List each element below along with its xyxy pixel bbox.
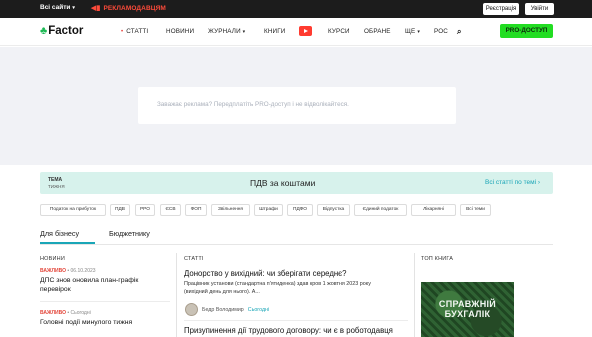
chip-single-tax[interactable]: Єдиний податок bbox=[354, 204, 407, 216]
chevron-down-icon: ▾ bbox=[417, 29, 420, 35]
pro-access-button[interactable]: PRO-ДОСТУП bbox=[500, 24, 553, 38]
search-icon[interactable]: ⌕ bbox=[457, 27, 461, 37]
factor-logo[interactable]: ♣Factor bbox=[40, 25, 83, 37]
article-lead-line: (вихідний день для нього). А... bbox=[184, 288, 260, 295]
chip-sick-leave[interactable]: Лікарняні bbox=[411, 204, 456, 216]
nav-item-magazines[interactable]: ЖУРНАЛИ ▾ bbox=[208, 28, 245, 35]
nav-item-more-label: ЩЕ bbox=[405, 28, 416, 35]
article-title[interactable]: Донорство у вихідний: чи зберігати серед… bbox=[184, 269, 347, 278]
article-author: Бедр Володимир Сьогодні bbox=[202, 307, 269, 313]
advertisers-link[interactable]: ◀▮ РЕКЛАМОДАВЦЯМ bbox=[91, 4, 166, 12]
news-separator bbox=[40, 301, 170, 302]
all-sites-dropdown[interactable]: Всі сайти ▾ bbox=[40, 4, 75, 11]
chip-vat[interactable]: ПДВ bbox=[110, 204, 130, 216]
chip-esv[interactable]: ЄСВ bbox=[160, 204, 181, 216]
chip-pdfo[interactable]: ПДФО bbox=[287, 204, 313, 216]
register-button[interactable]: Реєстрація bbox=[483, 3, 519, 15]
top-bar: Всі сайти ▾ ◀▮ РЕКЛАМОДАВЦЯМ Реєстрація Ув… bbox=[0, 0, 592, 18]
news-heading: НОВИНИ bbox=[40, 256, 65, 262]
chip-fines[interactable]: Штрафи bbox=[254, 204, 283, 216]
nav-item-favorites[interactable]: ОБРАНЕ bbox=[364, 28, 391, 35]
book-cover-title: БУХГАЛІК bbox=[444, 309, 491, 319]
youtube-icon[interactable] bbox=[299, 26, 312, 36]
column-divider bbox=[176, 253, 177, 337]
logo-mark-icon: ♣ bbox=[40, 25, 48, 37]
ad-area: Заважає реклама? Передплатіть PRO-доступ… bbox=[0, 47, 592, 165]
chevron-down-icon: ▾ bbox=[72, 5, 75, 11]
language-switch[interactable]: РОС bbox=[434, 28, 448, 35]
author-avatar bbox=[185, 303, 198, 316]
nav-item-courses[interactable]: КУРСИ bbox=[328, 28, 350, 35]
importance-badge: ВАЖЛИВО bbox=[40, 310, 66, 316]
chip-vacation[interactable]: Відпустка bbox=[317, 204, 350, 216]
tabs-divider bbox=[40, 244, 553, 245]
news-title-line: Головні події минулого тижня bbox=[40, 319, 133, 326]
tab-business[interactable]: Для бізнесу bbox=[40, 229, 79, 238]
article-lead-line: Працівник установи (стандартна п'ятиденк… bbox=[184, 281, 371, 287]
article-title[interactable]: Призупинення дії трудового договору: чи … bbox=[184, 326, 393, 335]
chip-all-topics[interactable]: Всі теми bbox=[460, 204, 491, 216]
book-cover-title: СПРАВЖНІЙ bbox=[438, 299, 497, 309]
chip-rro[interactable]: РРО bbox=[135, 204, 155, 216]
topic-all-articles-link[interactable]: Всі статті по темі › bbox=[485, 179, 540, 186]
chevron-down-icon: ▾ bbox=[242, 29, 246, 35]
column-divider bbox=[414, 253, 415, 337]
topic-label: ТЕМА bbox=[48, 177, 63, 183]
logo-text: Factor bbox=[48, 25, 84, 37]
article-date: Сьогодні bbox=[247, 307, 270, 313]
news-date: 06.10.2023 bbox=[70, 268, 96, 274]
topic-sublabel: ТИЖНЯ bbox=[48, 184, 65, 189]
nav-item-articles[interactable]: • СТАТТІ bbox=[121, 28, 148, 35]
chip-fop[interactable]: ФОП bbox=[185, 204, 207, 216]
ad-placeholder[interactable]: Заважає реклама? Передплатіть PRO-доступ… bbox=[138, 87, 456, 124]
all-sites-label: Всі сайти bbox=[40, 4, 71, 11]
main-navigation: ♣Factor • СТАТТІ НОВИНИ ЖУРНАЛИ ▾ КНИГИ К… bbox=[0, 18, 592, 46]
megaphone-icon: ◀▮ bbox=[91, 5, 101, 12]
news-item-title[interactable]: ДПС знов оновила план-графік перевірок bbox=[40, 276, 138, 294]
tab-budget[interactable]: Бюджетнику bbox=[109, 229, 150, 238]
advertisers-label: РЕКЛАМОДАВЦЯМ bbox=[103, 5, 166, 12]
news-title-line: перевірок bbox=[40, 286, 71, 293]
article-separator bbox=[184, 320, 408, 321]
chip-profit-tax[interactable]: Податок на прибуток bbox=[40, 204, 106, 216]
ad-message: Заважає реклама? Передплатіть PRO-доступ… bbox=[157, 101, 349, 108]
news-item-meta: ВАЖЛИВО • Сьогодні bbox=[40, 310, 91, 316]
nav-item-books[interactable]: КНИГИ bbox=[264, 28, 285, 35]
login-button[interactable]: Увійти bbox=[525, 3, 554, 15]
articles-heading: СТАТТІ bbox=[184, 256, 204, 262]
news-date: Сьогодні bbox=[70, 310, 91, 316]
news-item-meta: ВАЖЛИВО • 06.10.2023 bbox=[40, 268, 96, 274]
topic-of-week-banner[interactable]: ТЕМА ТИЖНЯ ПДВ за коштами Всі статті по … bbox=[40, 172, 553, 194]
live-dot-icon: • bbox=[121, 29, 124, 35]
article-lead: Працівник установи (стандартна п'ятиденк… bbox=[184, 281, 371, 296]
topic-title[interactable]: ПДВ за коштами bbox=[250, 178, 315, 188]
news-title-line: ДПС знов оновила план-графік bbox=[40, 277, 139, 284]
nav-item-more[interactable]: ЩЕ ▾ bbox=[405, 28, 420, 35]
importance-badge: ВАЖЛИВО bbox=[40, 268, 66, 274]
nav-item-news[interactable]: НОВИНИ bbox=[166, 28, 194, 35]
news-item-title[interactable]: Головні події минулого тижня bbox=[40, 318, 132, 327]
author-name[interactable]: Бедр Володимир bbox=[202, 307, 244, 313]
nav-item-articles-label: СТАТТІ bbox=[126, 28, 149, 35]
nav-item-magazines-label: ЖУРНАЛИ bbox=[208, 28, 241, 35]
book-cover[interactable]: СПРАВЖНІЙ БУХГАЛІК bbox=[421, 282, 514, 337]
chip-dismissal[interactable]: Звільнення bbox=[211, 204, 250, 216]
top-book-heading: ТОП КНИГА bbox=[421, 256, 454, 262]
